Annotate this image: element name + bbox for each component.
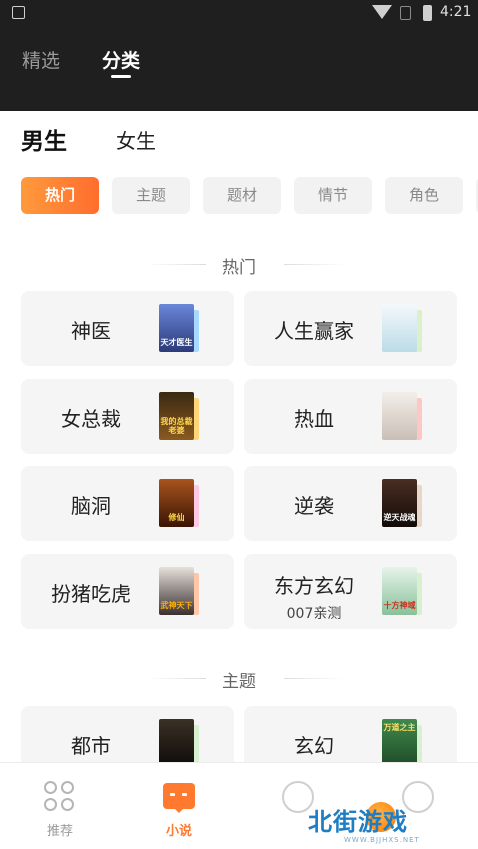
- tab-category[interactable]: 分类: [102, 46, 140, 73]
- wifi-icon: [372, 5, 392, 19]
- category-card[interactable]: 扮猪吃虎 武神天下: [21, 554, 234, 629]
- cover-image: 天才医生: [159, 304, 194, 352]
- book-cover: [159, 719, 199, 767]
- category-card[interactable]: 女总裁 我的总裁老婆: [21, 379, 234, 454]
- category-card[interactable]: 热血: [244, 379, 457, 454]
- nav-label: 推荐: [46, 824, 73, 839]
- category-card[interactable]: 逆袭 逆天战魂: [244, 466, 457, 541]
- category-label: 逆袭: [294, 494, 334, 518]
- sim-icon: [400, 6, 411, 20]
- grid-icon: [44, 781, 76, 813]
- divider: [284, 264, 344, 265]
- screen: 4:21 精选 分类 男生 女生 热门 主题 题材 情节 角色 热门 神医 天才…: [0, 0, 478, 849]
- category-label: 玄幻: [294, 734, 334, 758]
- cover-title: 武神天下: [160, 601, 193, 610]
- category-label: 脑洞: [71, 494, 111, 518]
- header: 4:21 精选 分类: [0, 0, 478, 111]
- cover-image: 武神天下: [159, 567, 194, 615]
- cover-image: [159, 719, 194, 767]
- category-card[interactable]: 脑洞 修仙: [21, 466, 234, 541]
- divider: [284, 678, 344, 679]
- watermark-logo: 北街游戏 WWW.BJJHXS.NET: [308, 800, 468, 846]
- book-cover: 武神天下: [159, 567, 199, 615]
- category-label: 东方玄幻: [274, 574, 354, 598]
- tab-featured[interactable]: 精选: [22, 46, 60, 73]
- category-label: 女总裁: [61, 407, 121, 431]
- nav-label: 小说: [165, 824, 192, 839]
- cover-title: 修仙: [168, 513, 185, 522]
- watermark-url: WWW.BJJHXS.NET: [344, 836, 420, 844]
- section-header-theme: 主题: [0, 666, 478, 692]
- chip-role[interactable]: 角色: [385, 177, 463, 214]
- category-card[interactable]: 人生赢家: [244, 291, 457, 366]
- watermark-text: 北街游戏: [308, 808, 408, 836]
- chip-subject[interactable]: 题材: [203, 177, 281, 214]
- category-sublabel: 007亲测: [286, 606, 342, 622]
- section-title: 热门: [222, 258, 256, 278]
- nav-recommend[interactable]: 推荐: [0, 763, 120, 849]
- cover-image: 万道之主: [382, 719, 417, 767]
- chip-plot[interactable]: 情节: [294, 177, 372, 214]
- book-cover: 万道之主: [382, 719, 422, 767]
- nav-novel[interactable]: 小说: [119, 763, 239, 849]
- book-cover: [382, 304, 422, 352]
- cover-image: [382, 392, 417, 440]
- cover-image: 十方神域: [382, 567, 417, 615]
- cover-title: 逆天战魂: [383, 513, 416, 522]
- section-title: 主题: [222, 672, 256, 692]
- notification-icon: [12, 6, 25, 19]
- category-label: 神医: [71, 319, 111, 343]
- cover-image: 修仙: [159, 479, 194, 527]
- book-cover: 十方神域: [382, 567, 422, 615]
- section-header-hot: 热门: [0, 252, 478, 278]
- cover-title: 十方神域: [383, 601, 416, 610]
- filter-chips: 热门 主题 题材 情节 角色: [0, 177, 478, 214]
- book-cover: 我的总裁老婆: [159, 392, 199, 440]
- chip-theme[interactable]: 主题: [112, 177, 190, 214]
- status-bar: 4:21: [0, 0, 478, 28]
- tab-female[interactable]: 女生: [116, 125, 156, 154]
- battery-icon: [423, 5, 432, 21]
- status-time: 4:21: [440, 4, 472, 20]
- book-cover: 天才医生: [159, 304, 199, 352]
- category-label: 都市: [71, 734, 111, 758]
- book-cover: [382, 392, 422, 440]
- book-icon: [163, 781, 195, 813]
- book-cover: 逆天战魂: [382, 479, 422, 527]
- category-card[interactable]: 东方玄幻 007亲测 十方神域: [244, 554, 457, 629]
- cover-image: 我的总裁老婆: [159, 392, 194, 440]
- cover-image: [382, 304, 417, 352]
- active-tab-indicator: [111, 75, 131, 78]
- cover-title: 我的总裁老婆: [160, 417, 193, 435]
- cover-image: 逆天战魂: [382, 479, 417, 527]
- chip-hot[interactable]: 热门: [21, 177, 99, 214]
- category-label: 扮猪吃虎: [51, 582, 131, 606]
- tab-male[interactable]: 男生: [21, 122, 67, 156]
- cover-title: 万道之主: [383, 723, 416, 732]
- cover-title: 天才医生: [160, 338, 193, 347]
- category-card[interactable]: 神医 天才医生: [21, 291, 234, 366]
- category-label: 热血: [294, 407, 334, 431]
- category-label: 人生赢家: [274, 319, 354, 343]
- book-cover: 修仙: [159, 479, 199, 527]
